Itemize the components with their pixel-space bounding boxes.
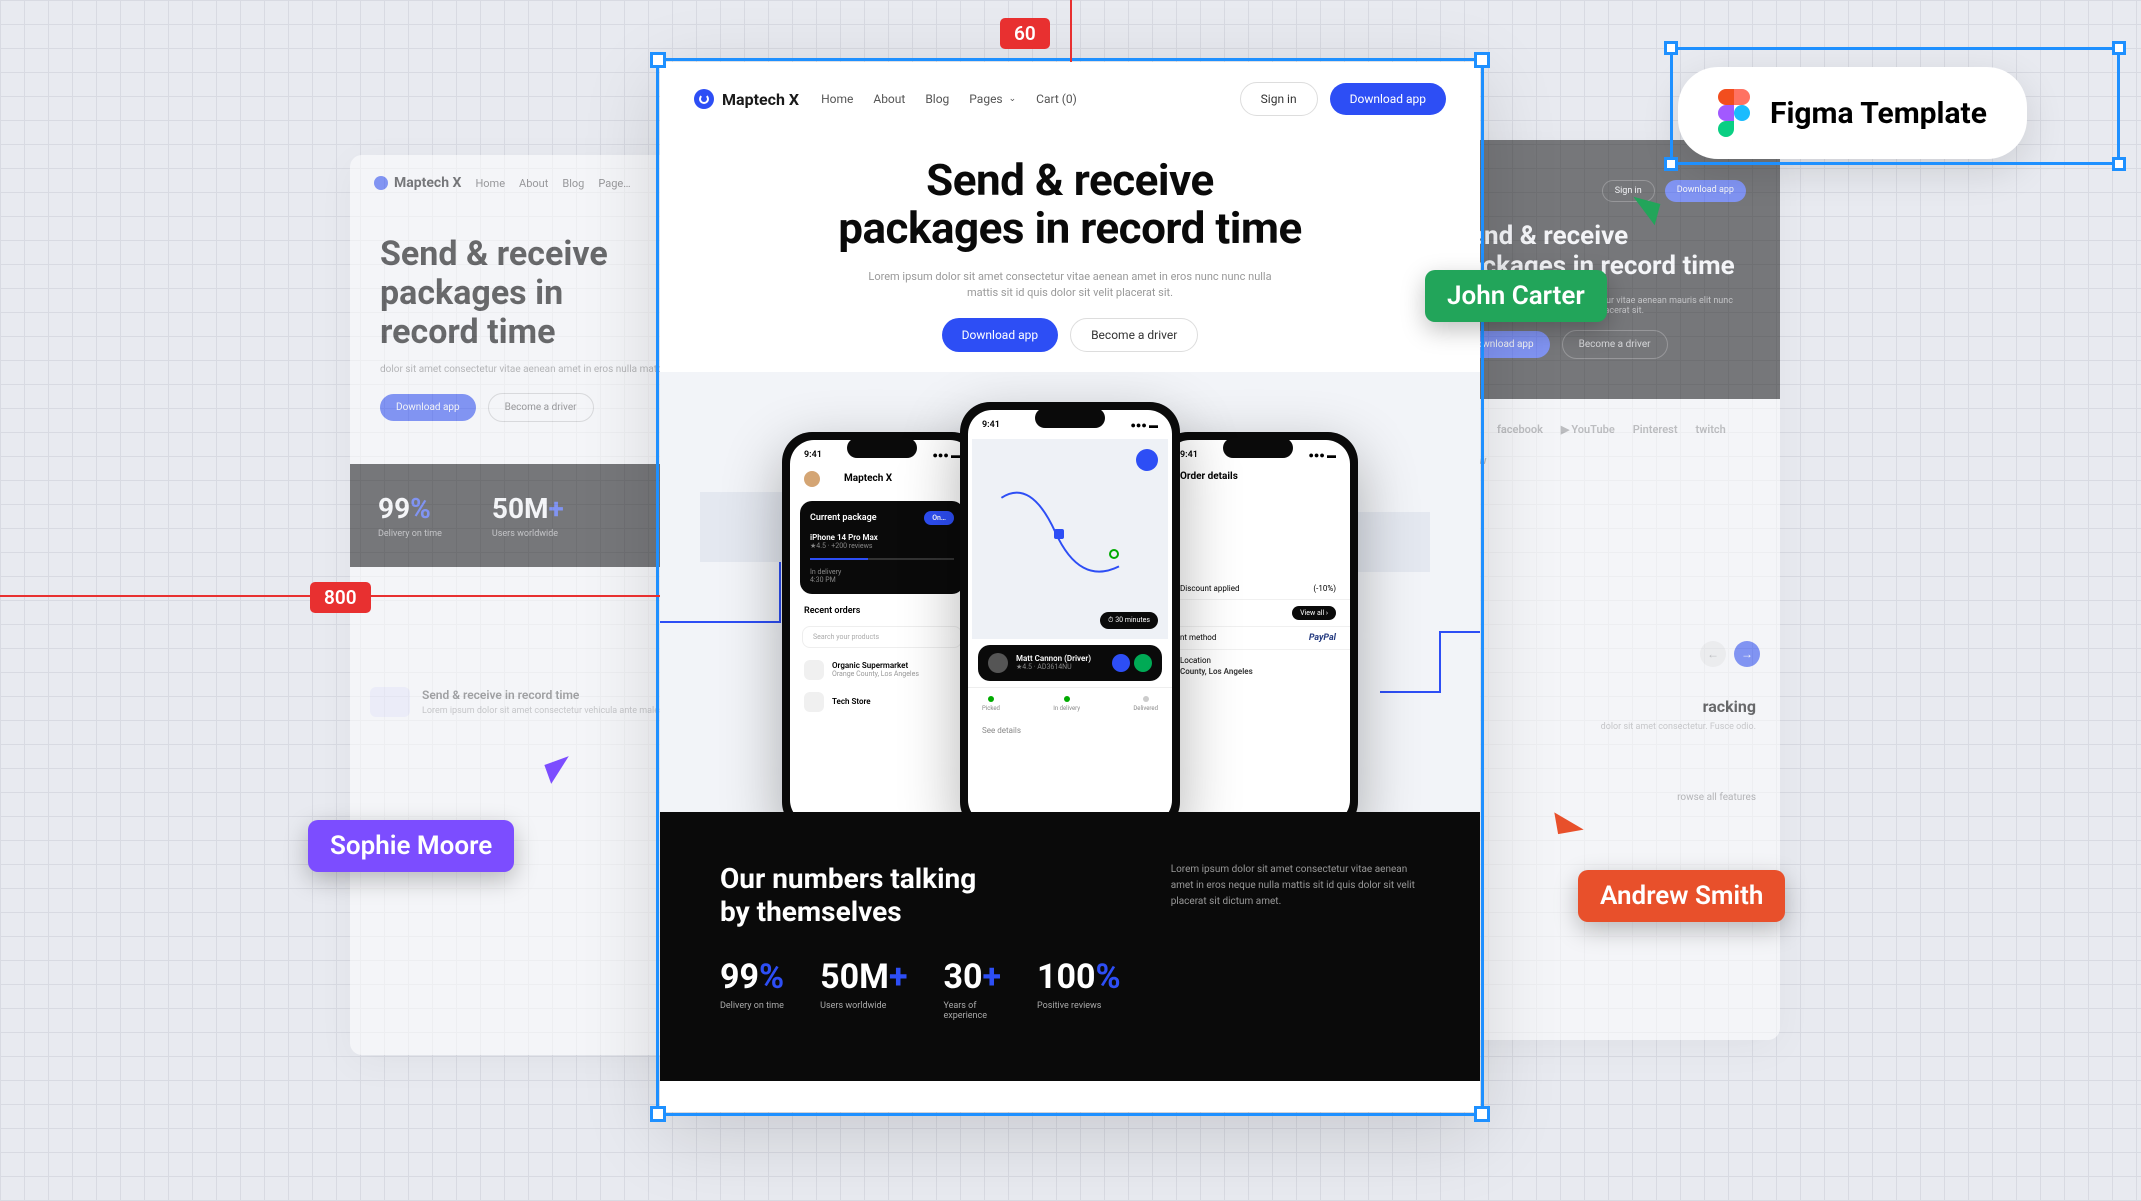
- nav-about[interactable]: About: [873, 92, 905, 106]
- nav-links: Home About Blog Pages⌄ Cart (0): [821, 92, 1077, 106]
- stat-item: 100%Positive reviews: [1037, 957, 1121, 1021]
- logo-icon: [694, 89, 714, 109]
- resize-handle-tr[interactable]: [1474, 52, 1490, 68]
- resize-handle-bl[interactable]: [650, 1106, 666, 1122]
- signin-button[interactable]: Sign in: [1240, 82, 1318, 116]
- figma-template-pill[interactable]: Figma Template: [1678, 67, 2027, 159]
- map-view: ⏱ 30 minutes: [972, 439, 1168, 639]
- nav-home[interactable]: Home: [821, 92, 853, 106]
- hero-title: Send & receivepackages in record time: [720, 156, 1420, 253]
- phone-mockup-right: 9:41●●● ▬ Order details Discount applied…: [1158, 432, 1358, 812]
- origin-pin-icon: [1054, 529, 1064, 539]
- figma-logo-icon: [1718, 89, 1750, 137]
- message-icon: [1112, 654, 1130, 672]
- nav-blog[interactable]: Blog: [925, 92, 949, 106]
- chevron-down-icon: ⌄: [1009, 94, 1017, 104]
- pill-handle-br[interactable]: [2112, 157, 2126, 171]
- stat-item: 50M+Users worldwide: [820, 957, 907, 1021]
- stat-item: 30+Years of experience: [943, 957, 1001, 1021]
- logo[interactable]: Maptech X: [694, 89, 799, 109]
- nav-cart[interactable]: Cart (0): [1036, 92, 1077, 106]
- call-icon: [1134, 654, 1152, 672]
- brand-name: Maptech X: [722, 90, 799, 109]
- hero-illustration: 9:41●●● ▬ Maptech X Current packageOn… i…: [660, 372, 1480, 812]
- pill-handle-bl[interactable]: [1664, 157, 1678, 171]
- pill-handle-tr[interactable]: [2112, 41, 2126, 55]
- stats-blurb: Lorem ipsum dolor sit amet consectetur v…: [1171, 862, 1431, 1021]
- spacing-badge-top: 60: [1000, 18, 1050, 49]
- selected-artboard[interactable]: Maptech X Home About Blog Pages⌄ Cart (0…: [660, 62, 1480, 1112]
- resize-handle-br[interactable]: [1474, 1106, 1490, 1122]
- stat-item: 99%Delivery on time: [720, 957, 784, 1021]
- spacing-guide-vertical: [1070, 0, 1072, 62]
- download-button[interactable]: Download app: [1330, 83, 1446, 115]
- cursor-label-andrew: Andrew Smith: [1578, 870, 1785, 922]
- hero-section: Send & receivepackages in record time Lo…: [660, 136, 1480, 352]
- cursor-icon-andrew: [1554, 808, 1583, 834]
- cursor-label-sophie: Sophie Moore: [308, 820, 514, 872]
- phone-mockup-left: 9:41●●● ▬ Maptech X Current packageOn… i…: [782, 432, 982, 812]
- hero-driver-button[interactable]: Become a driver: [1070, 318, 1198, 352]
- hero-download-button[interactable]: Download app: [942, 318, 1058, 352]
- nav-pages[interactable]: Pages⌄: [969, 92, 1016, 106]
- hero-subtitle: Lorem ipsum dolor sit amet consectetur v…: [860, 269, 1280, 302]
- resize-handle-tl[interactable]: [650, 52, 666, 68]
- stats-heading: Our numbers talkingby themselves: [720, 862, 1121, 929]
- spacing-badge-left: 800: [310, 582, 371, 613]
- figma-pill-label: Figma Template: [1770, 96, 1987, 131]
- pill-handle-tl[interactable]: [1664, 41, 1678, 55]
- paypal-icon: PayPal: [1309, 633, 1336, 643]
- driver-avatar: [988, 653, 1008, 673]
- stats-section: Our numbers talkingby themselves 99%Deli…: [660, 812, 1480, 1081]
- phone-mockup-center: 9:41●●● ▬ ⏱ 30 minutes Matt Cannon (Driv…: [960, 402, 1180, 812]
- cursor-label-john: John Carter: [1425, 270, 1607, 322]
- top-nav: Maptech X Home About Blog Pages⌄ Cart (0…: [660, 62, 1480, 136]
- avatar-icon: [804, 471, 820, 487]
- search-input: Search your products: [802, 626, 962, 648]
